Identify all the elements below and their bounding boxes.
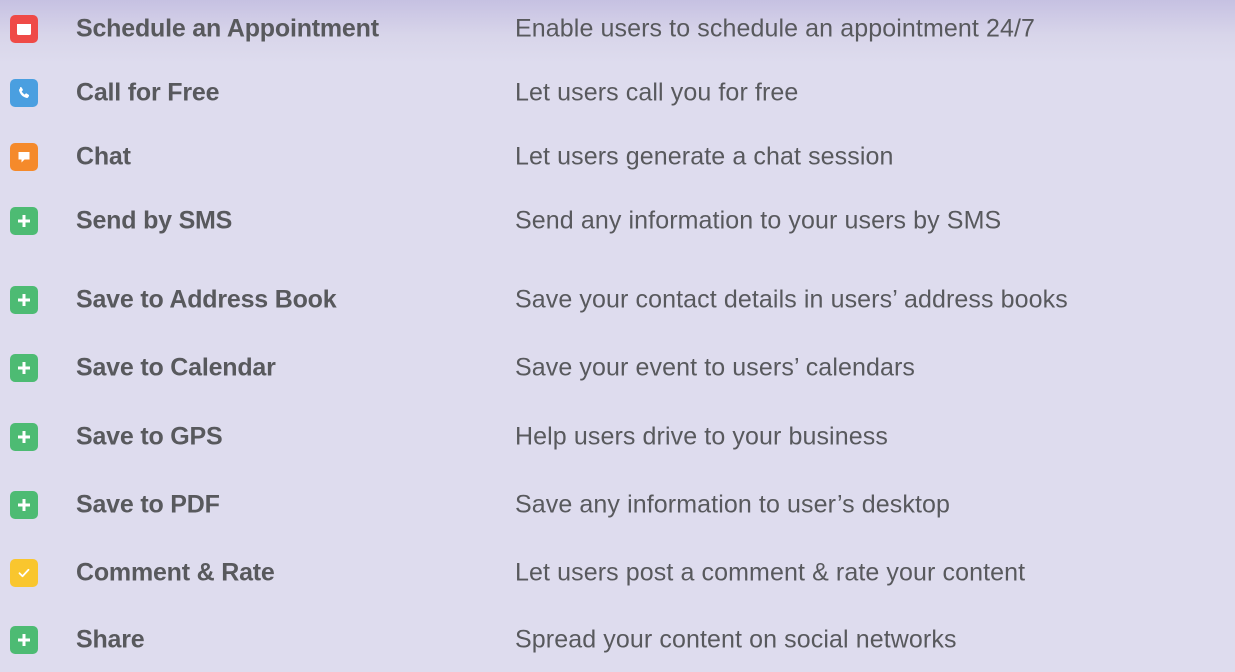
feature-description: Let users generate a chat session xyxy=(515,142,894,171)
feature-description: Let users call you for free xyxy=(515,78,799,107)
list-item[interactable]: Schedule an Appointment Enable users to … xyxy=(0,0,1235,61)
list-item[interactable]: Comment & Rate Let users post a comment … xyxy=(0,541,1235,605)
feature-name: Call for Free xyxy=(76,78,220,107)
list-item[interactable]: Save to PDF Save any information to user… xyxy=(0,473,1235,537)
list-item[interactable]: Save to GPS Help users drive to your bus… xyxy=(0,405,1235,469)
feature-description: Enable users to schedule an appointment … xyxy=(515,14,1036,43)
feature-description: Let users post a comment & rate your con… xyxy=(515,558,1026,587)
list-item[interactable]: Chat Let users generate a chat session xyxy=(0,125,1235,189)
chat-bubble-icon xyxy=(10,143,38,171)
feature-name: Save to PDF xyxy=(76,490,220,519)
list-item[interactable]: Call for Free Let users call you for fre… xyxy=(0,61,1235,125)
plus-icon xyxy=(10,491,38,519)
checkmark-icon xyxy=(10,559,38,587)
feature-name: Save to Address Book xyxy=(76,285,337,314)
feature-name: Share xyxy=(76,625,145,654)
plus-icon xyxy=(10,354,38,382)
feature-name: Chat xyxy=(76,142,131,171)
feature-name: Send by SMS xyxy=(76,206,233,235)
list-item[interactable]: Save to Address Book Save your contact d… xyxy=(0,268,1235,332)
feature-name: Schedule an Appointment xyxy=(76,14,379,43)
feature-description: Spread your content on social networks xyxy=(515,625,957,654)
phone-icon xyxy=(10,79,38,107)
list-item[interactable]: Send by SMS Send any information to your… xyxy=(0,189,1235,253)
plus-icon xyxy=(10,423,38,451)
feature-description: Help users drive to your business xyxy=(515,422,888,451)
list-item[interactable]: Share Spread your content on social netw… xyxy=(0,608,1235,672)
feature-list: Schedule an Appointment Enable users to … xyxy=(0,0,1235,656)
feature-name: Save to Calendar xyxy=(76,353,276,382)
plus-icon xyxy=(10,286,38,314)
feature-name: Save to GPS xyxy=(76,422,223,451)
feature-description: Save your contact details in users’ addr… xyxy=(515,285,1068,314)
feature-description: Send any information to your users by SM… xyxy=(515,206,1002,235)
feature-description: Save your event to users’ calendars xyxy=(515,353,916,382)
feature-description: Save any information to user’s desktop xyxy=(515,490,951,519)
plus-icon xyxy=(10,207,38,235)
calendar-icon xyxy=(10,15,38,43)
list-item[interactable]: Save to Calendar Save your event to user… xyxy=(0,336,1235,400)
feature-name: Comment & Rate xyxy=(76,558,275,587)
plus-icon xyxy=(10,626,38,654)
